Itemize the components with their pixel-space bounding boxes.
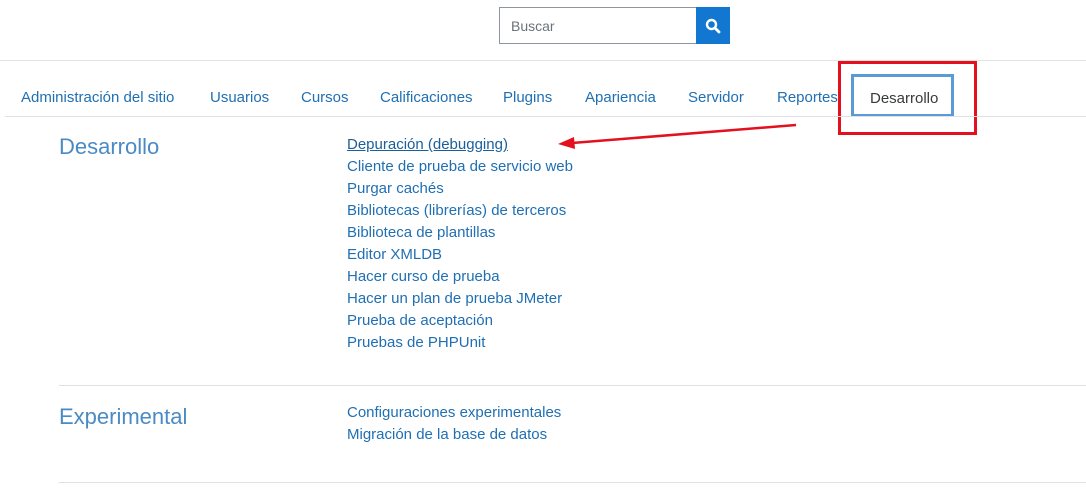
highlight-box: [838, 61, 977, 135]
link-hacer-curso-prueba[interactable]: Hacer curso de prueba: [347, 266, 573, 288]
search-input[interactable]: [499, 7, 696, 44]
tab-administracion[interactable]: Administración del sitio: [21, 89, 174, 106]
search-form: [499, 7, 730, 44]
link-pruebas-phpunit[interactable]: Pruebas de PHPUnit: [347, 332, 573, 354]
search-icon: [705, 18, 721, 33]
tab-servidor[interactable]: Servidor: [688, 89, 744, 106]
experimental-links: Configuraciones experimentales Migración…: [347, 402, 561, 446]
tab-plugins[interactable]: Plugins: [503, 89, 552, 106]
section-title-desarrollo: Desarrollo: [59, 134, 160, 159]
link-editor-xmldb[interactable]: Editor XMLDB: [347, 244, 573, 266]
section-title-experimental: Experimental: [59, 404, 188, 429]
link-prueba-aceptacion[interactable]: Prueba de aceptación: [347, 310, 573, 332]
link-purgar-caches[interactable]: Purgar cachés: [347, 178, 573, 200]
link-biblioteca-plantillas[interactable]: Biblioteca de plantillas: [347, 222, 573, 244]
section-divider: [59, 385, 1086, 386]
link-plan-prueba-jmeter[interactable]: Hacer un plan de prueba JMeter: [347, 288, 573, 310]
link-cliente-prueba-servicio-web[interactable]: Cliente de prueba de servicio web: [347, 156, 573, 178]
link-depuracion[interactable]: Depuración (debugging): [347, 134, 573, 156]
link-configuraciones-experimentales[interactable]: Configuraciones experimentales: [347, 402, 561, 424]
search-button[interactable]: [696, 7, 730, 44]
link-migracion-base-datos[interactable]: Migración de la base de datos: [347, 424, 561, 446]
tabs-divider: [5, 116, 1086, 117]
tab-cursos[interactable]: Cursos: [301, 89, 349, 106]
link-bibliotecas-terceros[interactable]: Bibliotecas (librerías) de terceros: [347, 200, 573, 222]
tab-reportes[interactable]: Reportes: [777, 89, 838, 106]
tab-apariencia[interactable]: Apariencia: [585, 89, 656, 106]
desarrollo-links: Depuración (debugging) Cliente de prueba…: [347, 134, 573, 354]
bottom-divider: [59, 482, 1086, 483]
tab-calificaciones[interactable]: Calificaciones: [380, 89, 473, 106]
tab-usuarios[interactable]: Usuarios: [210, 89, 269, 106]
